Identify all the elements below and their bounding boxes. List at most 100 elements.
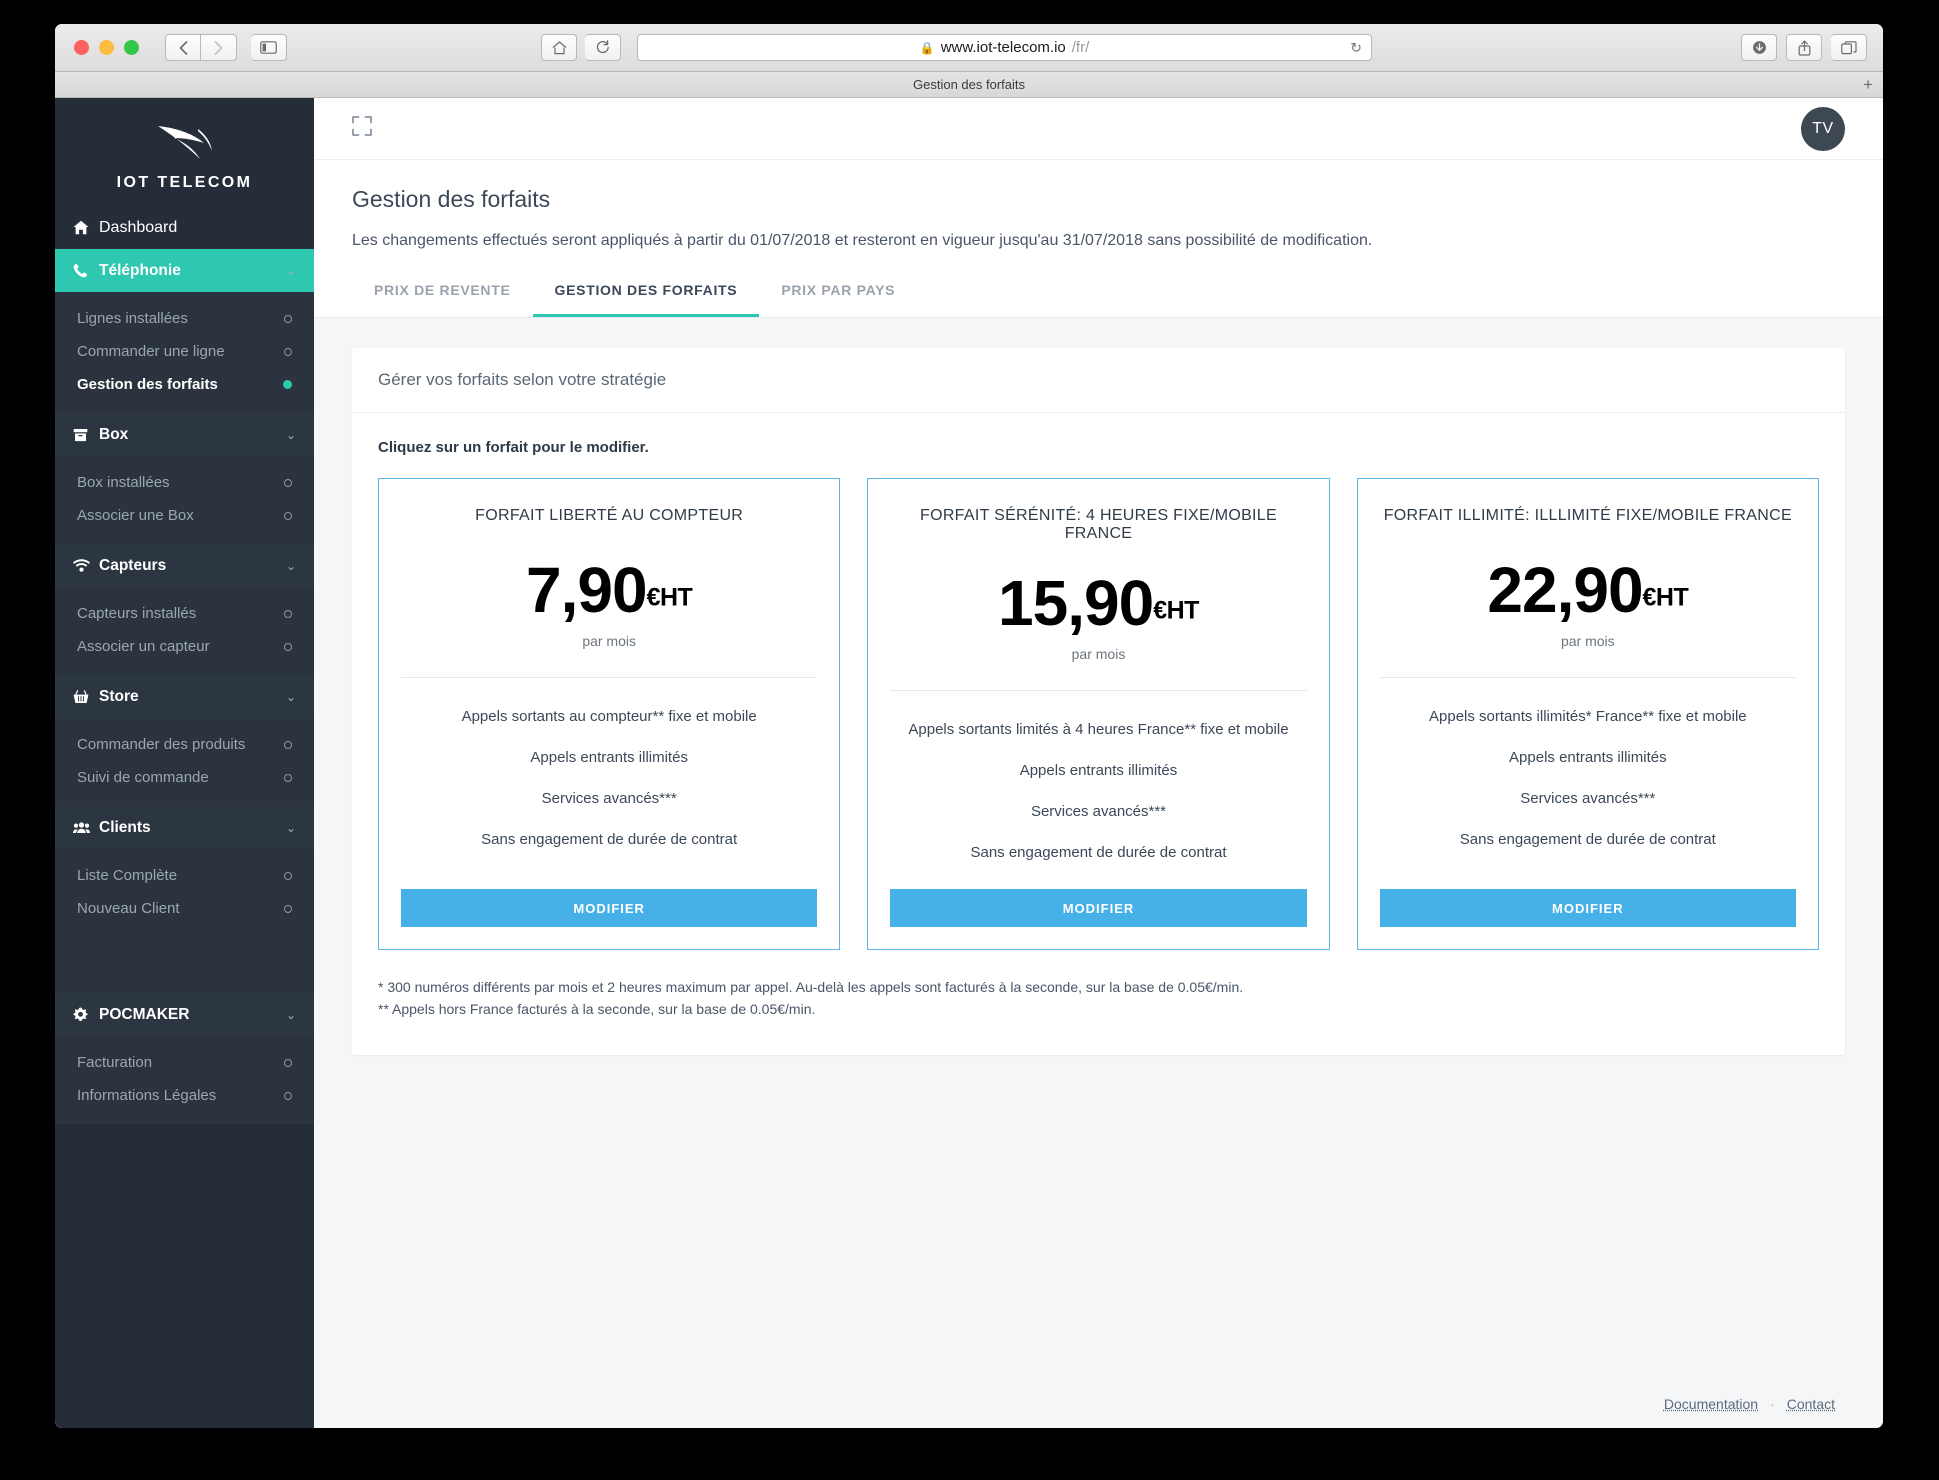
plan-card[interactable]: FORFAIT ILLIMITÉ: ILLLIMITÉ FIXE/MOBILE …: [1356, 478, 1819, 950]
sidebar-subitem-associer-un-capteur[interactable]: Associer un capteur: [55, 630, 314, 663]
sidebar-item-telephonie[interactable]: Téléphonie ⌄: [55, 249, 314, 292]
bullet-icon: [284, 1058, 292, 1067]
expand-icon[interactable]: [352, 116, 372, 141]
plan-name: FORFAIT LIBERTÉ AU COMPTEUR: [475, 507, 744, 524]
logo-text: IOT TELECOM: [116, 173, 253, 191]
tab-prix-de-revente[interactable]: PRIX DE REVENTE: [352, 276, 533, 317]
sidebar-subitem-label: Suivi de commande: [77, 769, 209, 786]
plan-price: 7,90€HT: [401, 558, 817, 622]
bullet-icon: [284, 773, 292, 782]
modify-plan-button[interactable]: MODIFIER: [890, 889, 1307, 927]
brand-logo[interactable]: IOT TELECOM: [55, 98, 314, 206]
sidebar-subitem-nouveau-client[interactable]: Nouveau Client: [55, 892, 314, 925]
plan-price-amount: 15,90: [998, 567, 1154, 639]
window-traffic-lights: [74, 40, 139, 55]
sidebar-subitem-gestion-des-forfaits[interactable]: Gestion des forfaits: [55, 368, 314, 401]
sidebar-subnav-telephonie: Lignes installées Commander une ligne Ge…: [55, 292, 314, 413]
sidebar-subitem-informations-legales[interactable]: Informations Légales: [55, 1079, 314, 1112]
reload-icon[interactable]: ↻: [1350, 39, 1362, 56]
plan-card[interactable]: FORFAIT LIBERTÉ AU COMPTEUR 7,90€HT par …: [378, 478, 841, 950]
plan-price: 22,90€HT: [1380, 558, 1796, 622]
bullet-active-icon: [283, 380, 292, 389]
sidebar-subitem-label: Nouveau Client: [77, 900, 180, 917]
sidebar-item-label: Téléphonie: [99, 261, 181, 279]
sidebar-item-clients[interactable]: Clients ⌄: [55, 806, 314, 849]
home-button[interactable]: [541, 34, 577, 61]
url-path: /fr/: [1071, 39, 1090, 56]
plan-price-unit: €HT: [1153, 596, 1199, 625]
plan-features: Appels sortants illimités* France** fixe…: [1380, 678, 1796, 861]
chevron-down-icon: ⌄: [285, 1007, 296, 1022]
maximize-window-button[interactable]: [124, 40, 139, 55]
browser-tab[interactable]: Gestion des forfaits: [55, 77, 1883, 92]
card-body: Cliquez sur un forfait pour le modifier.…: [352, 413, 1845, 1055]
contact-link[interactable]: Contact: [1787, 1396, 1835, 1412]
plan-price: 15,90€HT: [890, 571, 1306, 635]
plan-card[interactable]: FORFAIT SÉRÉNITÉ: 4 HEURES FIXE/MOBILE F…: [867, 478, 1330, 950]
reader-button[interactable]: [585, 34, 621, 61]
chevron-down-icon: ⌄: [285, 263, 296, 278]
tab-prix-par-pays[interactable]: PRIX PAR PAYS: [759, 276, 917, 317]
sidebar-subitem-label: Associer une Box: [77, 507, 194, 524]
show-sidebar-button[interactable]: [251, 34, 287, 61]
plan-price-period: par mois: [582, 633, 636, 649]
sidebar-subitem-associer-une-box[interactable]: Associer une Box: [55, 499, 314, 532]
new-tab-button[interactable]: +: [1863, 76, 1873, 93]
share-button[interactable]: [1786, 34, 1822, 61]
content-scroll-area: Gérer vos forfaits selon votre stratégie…: [314, 318, 1883, 1396]
sidebar-item-pocmaker[interactable]: POCMAKER ⌄: [55, 993, 314, 1036]
lock-icon: 🔒: [919, 40, 935, 55]
downloads-button[interactable]: [1741, 34, 1777, 61]
sidebar-item-label: POCMAKER: [99, 1005, 190, 1023]
chevron-down-icon: ⌄: [285, 820, 296, 835]
plan-list: FORFAIT LIBERTÉ AU COMPTEUR 7,90€HT par …: [378, 478, 1819, 950]
forfaits-card: Gérer vos forfaits selon votre stratégie…: [352, 348, 1845, 1055]
documentation-link[interactable]: Documentation: [1664, 1396, 1758, 1412]
browser-window: 🔒 www.iot-telecom.io/fr/ ↻ Gestion des f…: [55, 24, 1883, 1428]
back-button[interactable]: [165, 34, 201, 61]
sidebar-subitem-commander-des-produits[interactable]: Commander des produits: [55, 728, 314, 761]
plan-price-period: par mois: [1071, 646, 1126, 662]
logo-swoosh-icon: [154, 123, 216, 168]
plan-features: Appels sortants au compteur** fixe et mo…: [401, 678, 817, 861]
bullet-icon: [284, 347, 292, 356]
page-subtitle: Les changements effectués seront appliqu…: [352, 232, 1373, 249]
address-area-left-buttons: [541, 34, 621, 61]
forward-button[interactable]: [201, 34, 237, 61]
sidebar-subitem-suivi-de-commande[interactable]: Suivi de commande: [55, 761, 314, 794]
sidebar-subnav-box: Box installées Associer une Box: [55, 456, 314, 544]
card-header: Gérer vos forfaits selon votre stratégie: [352, 348, 1845, 413]
phone-icon: [73, 263, 99, 278]
plan-price-unit: €HT: [1642, 583, 1689, 612]
sidebar-item-store[interactable]: Store ⌄: [55, 675, 314, 718]
footnotes: * 300 numéros différents par mois et 2 h…: [378, 976, 1819, 1021]
sidebar-subitem-box-installees[interactable]: Box installées: [55, 466, 314, 499]
click-hint: Cliquez sur un forfait pour le modifier.: [378, 439, 649, 456]
modify-plan-button[interactable]: MODIFIER: [401, 889, 818, 927]
sidebar-subitem-label: Lignes installées: [77, 310, 188, 327]
sidebar-item-capteurs[interactable]: Capteurs ⌄: [55, 544, 314, 587]
plan-feature: Services avancés***: [541, 790, 677, 807]
chevron-down-icon: ⌄: [285, 558, 296, 573]
sidebar-item-label: Clients: [99, 818, 151, 836]
modify-plan-button[interactable]: MODIFIER: [1379, 889, 1796, 927]
sidebar-subitem-commander-une-ligne[interactable]: Commander une ligne: [55, 335, 314, 368]
close-window-button[interactable]: [74, 40, 89, 55]
sidebar-subitem-liste-complete[interactable]: Liste Complète: [55, 859, 314, 892]
sidebar-subitem-facturation[interactable]: Facturation: [55, 1046, 314, 1079]
sidebar-item-dashboard[interactable]: Dashboard: [55, 206, 314, 249]
address-bar-content: 🔒 www.iot-telecom.io/fr/: [920, 39, 1090, 56]
sidebar-subitem-capteurs-installes[interactable]: Capteurs installés: [55, 597, 314, 630]
sidebar-subitem-label: Informations Légales: [77, 1087, 217, 1104]
sidebar-item-box[interactable]: Box ⌄: [55, 413, 314, 456]
tab-gestion-des-forfaits[interactable]: GESTION DES FORFAITS: [532, 276, 760, 317]
sidebar-subitem-label: Facturation: [77, 1054, 153, 1071]
address-bar[interactable]: 🔒 www.iot-telecom.io/fr/ ↻: [637, 34, 1372, 61]
show-tabs-button[interactable]: [1831, 34, 1867, 61]
browser-toolbar: 🔒 www.iot-telecom.io/fr/ ↻: [55, 24, 1883, 72]
sidebar-subitem-lignes-installees[interactable]: Lignes installées: [55, 302, 314, 335]
avatar[interactable]: TV: [1801, 106, 1845, 151]
basket-icon: [73, 689, 99, 704]
minimize-window-button[interactable]: [99, 40, 114, 55]
toolbar-right-buttons: [1741, 34, 1867, 61]
